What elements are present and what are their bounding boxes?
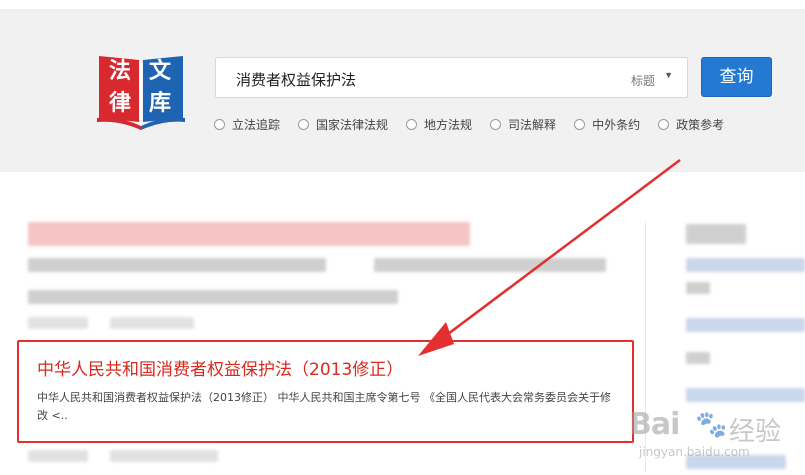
radio-label: 立法追踪 xyxy=(232,117,281,132)
site-logo[interactable]: 法 律 文 库 xyxy=(95,52,187,130)
radio-label: 国家法律法规 xyxy=(316,117,389,132)
watermark-suffix: 经验 xyxy=(729,417,782,447)
radio-judicial-interpretation[interactable]: 司法解释 xyxy=(490,116,556,132)
logo-char: 法 xyxy=(108,59,131,84)
radio-legislation-tracking[interactable]: 立法追踪 xyxy=(214,116,280,132)
radio-local-regulations[interactable]: 地方法规 xyxy=(406,116,472,132)
blurred-result-line xyxy=(28,290,398,304)
radio-label: 政策参考 xyxy=(676,117,725,132)
baidu-jingyan-watermark: Bai 🐾 经验 jingyan.baidu.com xyxy=(625,405,803,471)
blurred-sidebar-meta xyxy=(686,352,710,364)
top-strip xyxy=(0,0,805,9)
blurred-result-meta xyxy=(28,450,88,462)
radio-icon[interactable] xyxy=(406,118,418,130)
category-radio-group: 立法追踪 国家法律法规 地方法规 司法解释 中外条约 政策参考 xyxy=(214,116,742,132)
blurred-result-title xyxy=(28,222,470,246)
logo-char: 文 xyxy=(148,59,171,84)
search-input-value: 消费者权益保护法 xyxy=(236,71,357,89)
radio-treaties[interactable]: 中外条约 xyxy=(574,116,640,132)
blurred-sidebar-meta xyxy=(686,282,710,294)
watermark-url: jingyan.baidu.com xyxy=(639,445,750,459)
search-input[interactable]: 消费者权益保护法 标题 ▼ xyxy=(215,57,688,98)
radio-label: 中外条约 xyxy=(592,117,641,132)
radio-icon[interactable] xyxy=(214,118,225,130)
radio-icon[interactable] xyxy=(298,118,310,130)
result-title-link[interactable]: 中华人民共和国消费者权益保护法（2013修正） xyxy=(37,355,403,380)
radio-national-laws[interactable]: 国家法律法规 xyxy=(298,116,388,132)
blurred-sidebar-heading xyxy=(686,224,746,244)
chevron-down-icon[interactable]: ▼ xyxy=(664,70,673,80)
radio-icon[interactable] xyxy=(574,118,586,130)
blurred-result-meta xyxy=(28,317,88,329)
blurred-sidebar-link xyxy=(686,258,805,272)
logo-char: 律 xyxy=(108,91,131,116)
logo-char: 库 xyxy=(148,91,171,116)
blurred-result-meta xyxy=(110,317,194,329)
blurred-result-meta xyxy=(110,450,218,462)
result-snippet: 中华人民共和国消费者权益保护法（2013修正） 中华人民共和国主席令第七号 《全… xyxy=(37,391,611,422)
watermark-brand: Bai xyxy=(629,407,680,442)
highlighted-search-result[interactable]: 中华人民共和国消费者权益保护法（2013修正） 中华人民共和国消费者权益保护法（… xyxy=(17,340,634,443)
search-button[interactable]: 查询 xyxy=(701,57,772,97)
radio-label: 司法解释 xyxy=(508,117,557,132)
radio-policy-reference[interactable]: 政策参考 xyxy=(658,116,724,132)
blurred-sidebar-link xyxy=(686,318,805,332)
radio-icon[interactable] xyxy=(658,118,670,130)
blurred-result-line xyxy=(374,258,606,272)
search-scope-select[interactable]: 标题 xyxy=(631,72,655,89)
radio-icon[interactable] xyxy=(490,118,502,130)
blurred-result-line xyxy=(28,258,326,272)
radio-label: 地方法规 xyxy=(424,117,473,132)
paw-icon: 🐾 xyxy=(695,409,728,439)
blurred-sidebar-link xyxy=(686,388,805,402)
